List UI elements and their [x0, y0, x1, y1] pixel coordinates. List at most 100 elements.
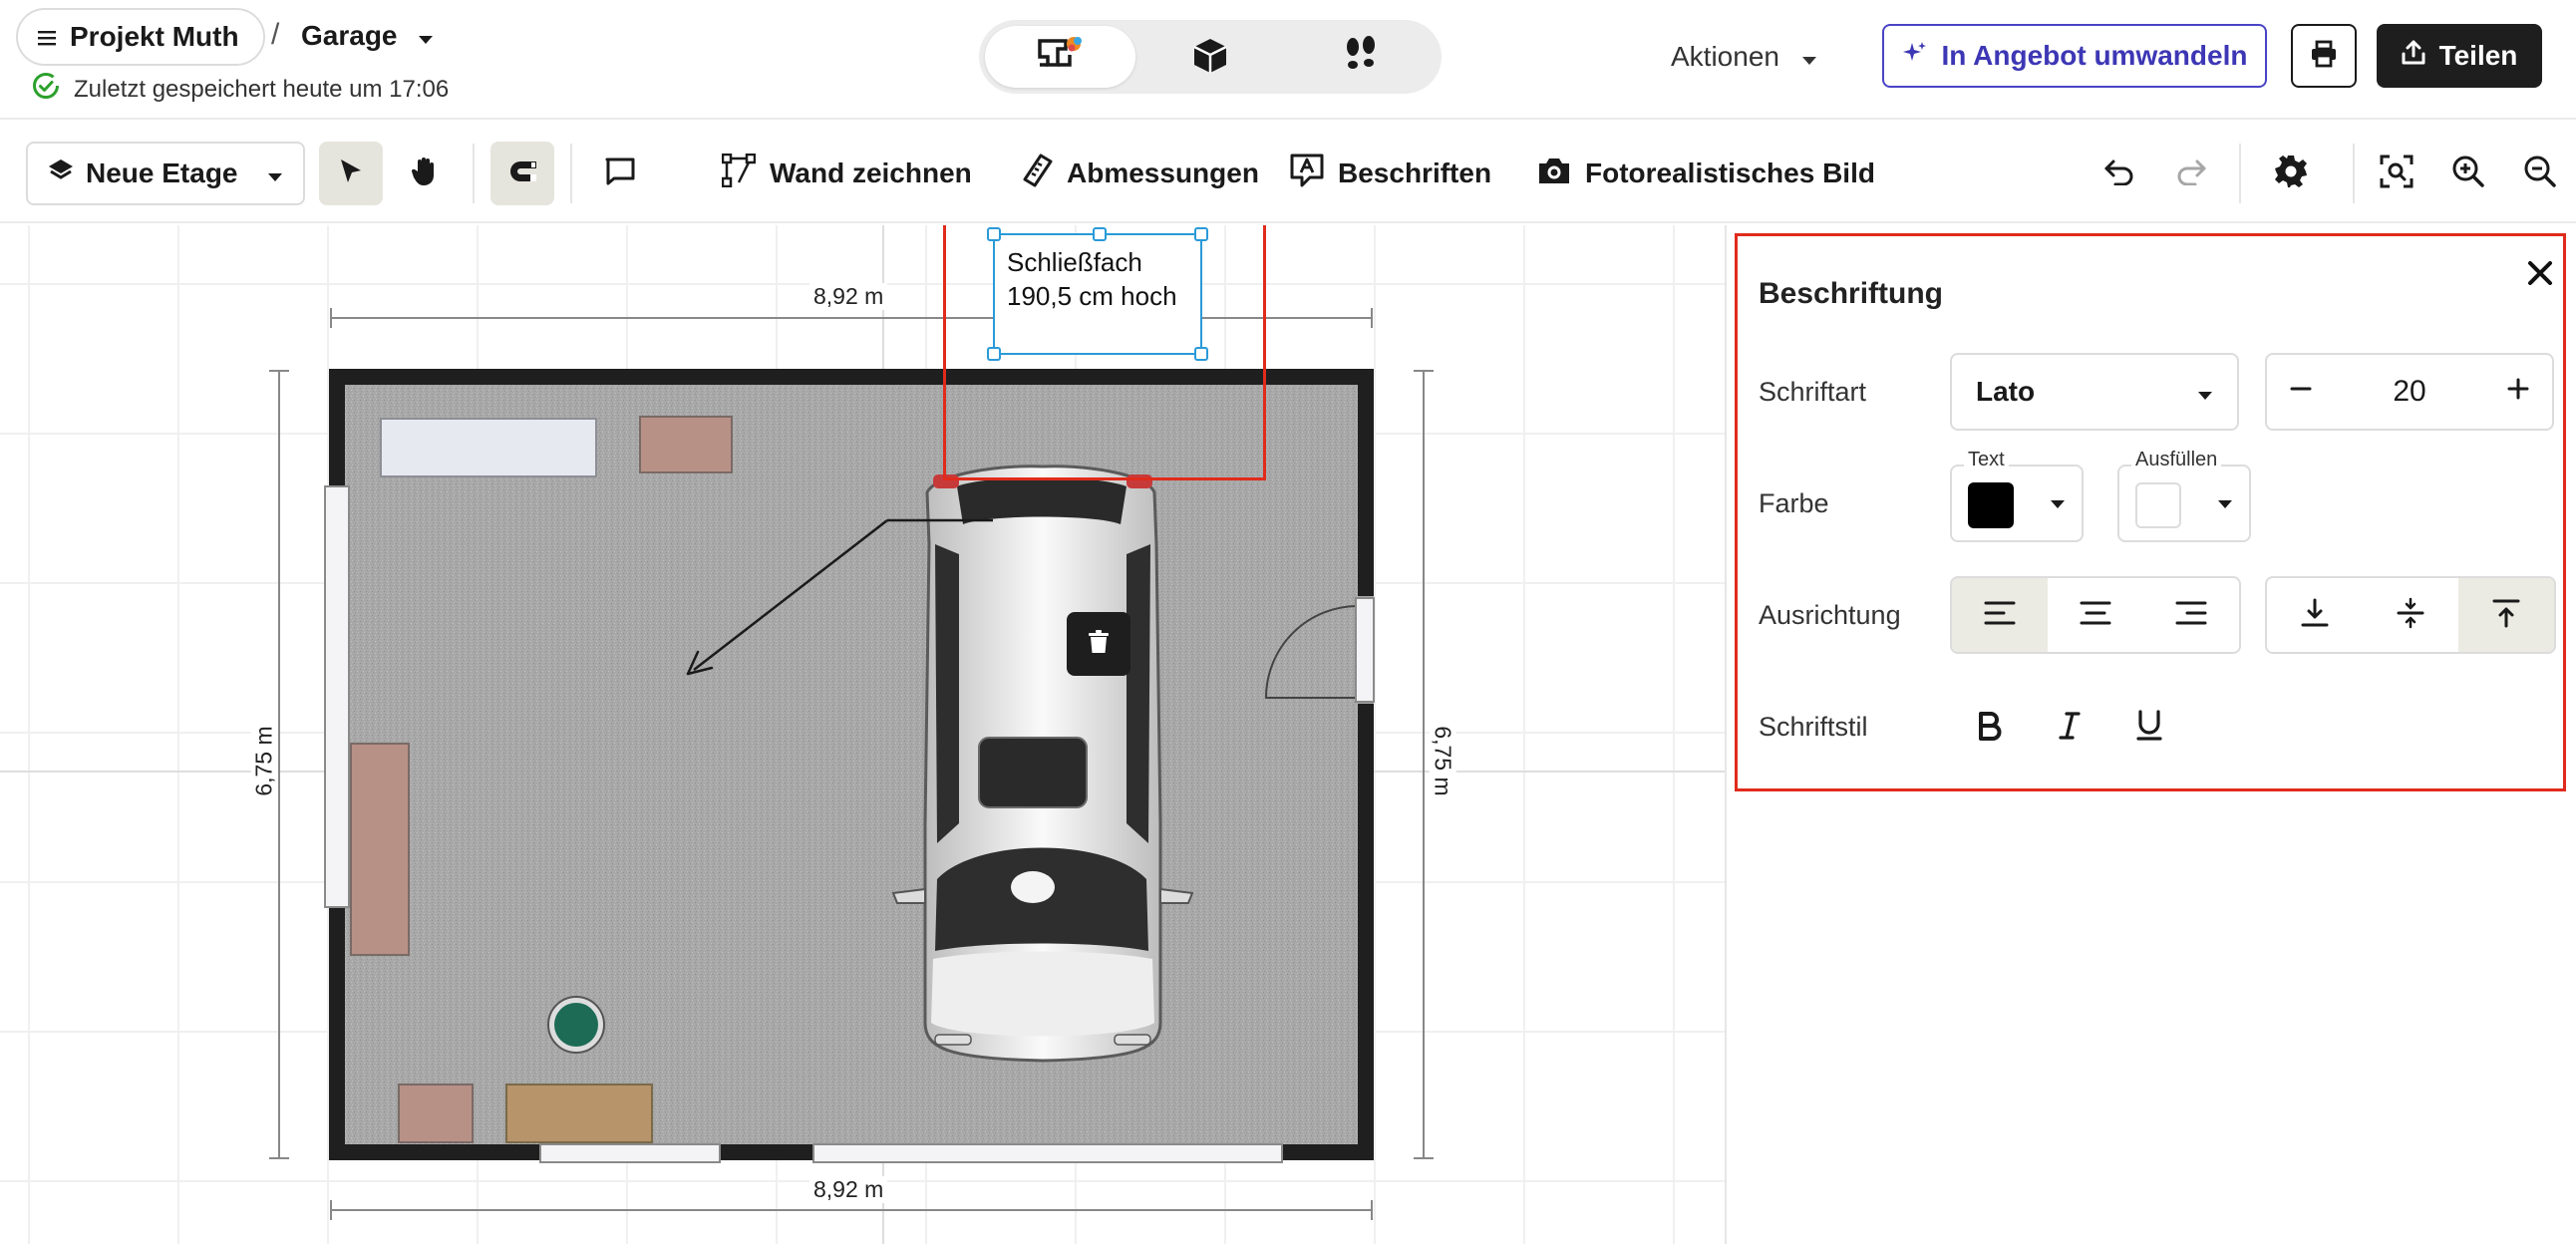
- share-label: Teilen: [2438, 40, 2518, 71]
- zoom-out-icon: [2523, 155, 2557, 193]
- dimension-label-right: 6,75 m: [1429, 722, 1456, 800]
- room-name: Garage: [301, 20, 398, 51]
- bold-button[interactable]: [1960, 698, 2020, 758]
- box-wooden[interactable]: [505, 1084, 653, 1143]
- chevron-down-icon: [2050, 496, 2066, 514]
- footprints-icon: [1341, 35, 1381, 80]
- zoom-fit-icon: [2380, 155, 2414, 193]
- chevron-down-icon: [267, 157, 283, 189]
- align-bottom-icon: [2299, 597, 2331, 634]
- font-row-label: Schriftart: [1759, 377, 1867, 407]
- align-right-icon: [2175, 600, 2207, 631]
- align-top-button[interactable]: [2458, 578, 2554, 652]
- undo-icon: [2103, 157, 2135, 190]
- redo-button[interactable]: [2165, 148, 2217, 199]
- close-panel-button[interactable]: [2520, 255, 2560, 295]
- align-middle-button[interactable]: [2363, 578, 2458, 652]
- locker[interactable]: [639, 416, 733, 473]
- align-middle-icon: [2395, 597, 2426, 634]
- save-status: Zuletzt gespeichert heute um 17:06: [32, 72, 449, 107]
- resize-handle-top-left[interactable]: [987, 227, 1001, 241]
- actions-menu[interactable]: Aktionen: [1671, 32, 1817, 82]
- zoom-in-button[interactable]: [2442, 148, 2494, 199]
- print-button[interactable]: [2291, 24, 2357, 88]
- floorplan-canvas[interactable]: 8,92 m 8,92 m 6,75 m 6,75 m Schließfach …: [0, 225, 1725, 1244]
- shelf-top[interactable]: [380, 418, 597, 477]
- toolbar: Neue Etage Wand zeichnen Abmessungen Bes…: [0, 122, 2576, 308]
- room-selector[interactable]: Garage: [301, 14, 434, 58]
- workbench-left[interactable]: [350, 743, 410, 956]
- undo-button[interactable]: [2093, 148, 2145, 199]
- convert-to-offer-button[interactable]: In Angebot umwandeln: [1882, 24, 2267, 88]
- vertical-align-group: [2265, 576, 2556, 654]
- view-2d-button[interactable]: [985, 26, 1135, 88]
- camera-icon: [1537, 156, 1571, 192]
- pan-tool-button[interactable]: [393, 142, 457, 205]
- align-center-button[interactable]: [2048, 578, 2143, 652]
- floor-selector[interactable]: Neue Etage: [26, 142, 305, 205]
- cursor-arrow-icon: [336, 156, 366, 191]
- fit-view-button[interactable]: [2371, 148, 2422, 199]
- box-small[interactable]: [398, 1084, 474, 1143]
- dimension-line-bottom: [330, 1200, 1373, 1220]
- chevron-down-icon: [2217, 496, 2233, 514]
- align-center-icon: [2080, 600, 2111, 631]
- project-menu-button[interactable]: Projekt Muth: [16, 8, 265, 66]
- fill-color-picker[interactable]: Ausfüllen: [2117, 449, 2251, 542]
- font-size-stepper: 20: [2265, 353, 2554, 431]
- text-color-picker[interactable]: Text: [1950, 449, 2084, 542]
- align-bottom-button[interactable]: [2267, 578, 2363, 652]
- car[interactable]: [891, 465, 1194, 1063]
- garage-floor[interactable]: [345, 385, 1358, 1144]
- window-bottom-left[interactable]: [539, 1143, 721, 1163]
- floor-label: Neue Etage: [86, 157, 238, 188]
- increase-font-size-button[interactable]: [2506, 375, 2530, 409]
- resize-handle-bottom-right[interactable]: [1194, 347, 1208, 361]
- dimension-label-top: 8,92 m: [809, 283, 888, 310]
- view-3d-button[interactable]: [1135, 26, 1286, 88]
- selected-text-label[interactable]: Schließfach 190,5 cm hoch: [987, 227, 1208, 361]
- alignment-row-label: Ausrichtung: [1759, 600, 1901, 630]
- dimensions-tool[interactable]: Abmessungen: [1023, 148, 1259, 199]
- underline-button[interactable]: [2119, 698, 2179, 758]
- window-left[interactable]: [324, 485, 350, 908]
- decrease-font-size-button[interactable]: [2289, 375, 2313, 409]
- snap-magnet-button[interactable]: [490, 142, 554, 205]
- actions-label: Aktionen: [1671, 41, 1779, 72]
- select-tool-button[interactable]: [319, 142, 383, 205]
- view-walkthrough-button[interactable]: [1285, 26, 1436, 88]
- zoom-in-icon: [2451, 155, 2485, 193]
- sparkle-icon: [1902, 40, 1928, 73]
- font-family-select[interactable]: Lato: [1950, 353, 2239, 431]
- cube-3d-icon: [1190, 35, 1230, 80]
- labels-label: Beschriften: [1338, 157, 1492, 188]
- settings-button[interactable]: [2265, 148, 2317, 199]
- font-size-value[interactable]: 20: [2393, 375, 2425, 409]
- align-right-button[interactable]: [2143, 578, 2239, 652]
- share-button[interactable]: Teilen: [2377, 24, 2542, 88]
- style-row-label: Schriftstil: [1759, 712, 1868, 742]
- resize-handle-bottom-left[interactable]: [987, 347, 1001, 361]
- window-bottom-right[interactable]: [812, 1143, 1283, 1163]
- bin-round[interactable]: [547, 996, 605, 1054]
- comment-tool-button[interactable]: [588, 142, 652, 205]
- photo-label: Fotorealistisches Bild: [1585, 157, 1875, 188]
- italic-button[interactable]: [2040, 698, 2099, 758]
- resize-handle-top-right[interactable]: [1194, 227, 1208, 241]
- align-left-icon: [1984, 600, 2016, 631]
- photorealistic-render-tool[interactable]: Fotorealistisches Bild: [1537, 148, 1875, 199]
- chevron-down-icon: [418, 20, 434, 52]
- view-mode-toggle: [979, 20, 1442, 94]
- comment-icon: [604, 156, 636, 191]
- save-status-text: Zuletzt gespeichert heute um 17:06: [74, 75, 450, 103]
- labels-tool[interactable]: Beschriften: [1290, 148, 1491, 199]
- align-top-icon: [2490, 597, 2522, 634]
- check-circle-icon: [32, 72, 60, 107]
- draw-wall-tool[interactable]: Wand zeichnen: [721, 148, 972, 199]
- align-left-button[interactable]: [1952, 578, 2048, 652]
- zoom-out-button[interactable]: [2514, 148, 2566, 199]
- trash-icon: [1088, 629, 1110, 659]
- delete-label-button[interactable]: [1067, 612, 1130, 676]
- floorplan-2d-icon: [1036, 35, 1084, 80]
- resize-handle-top[interactable]: [1093, 227, 1107, 241]
